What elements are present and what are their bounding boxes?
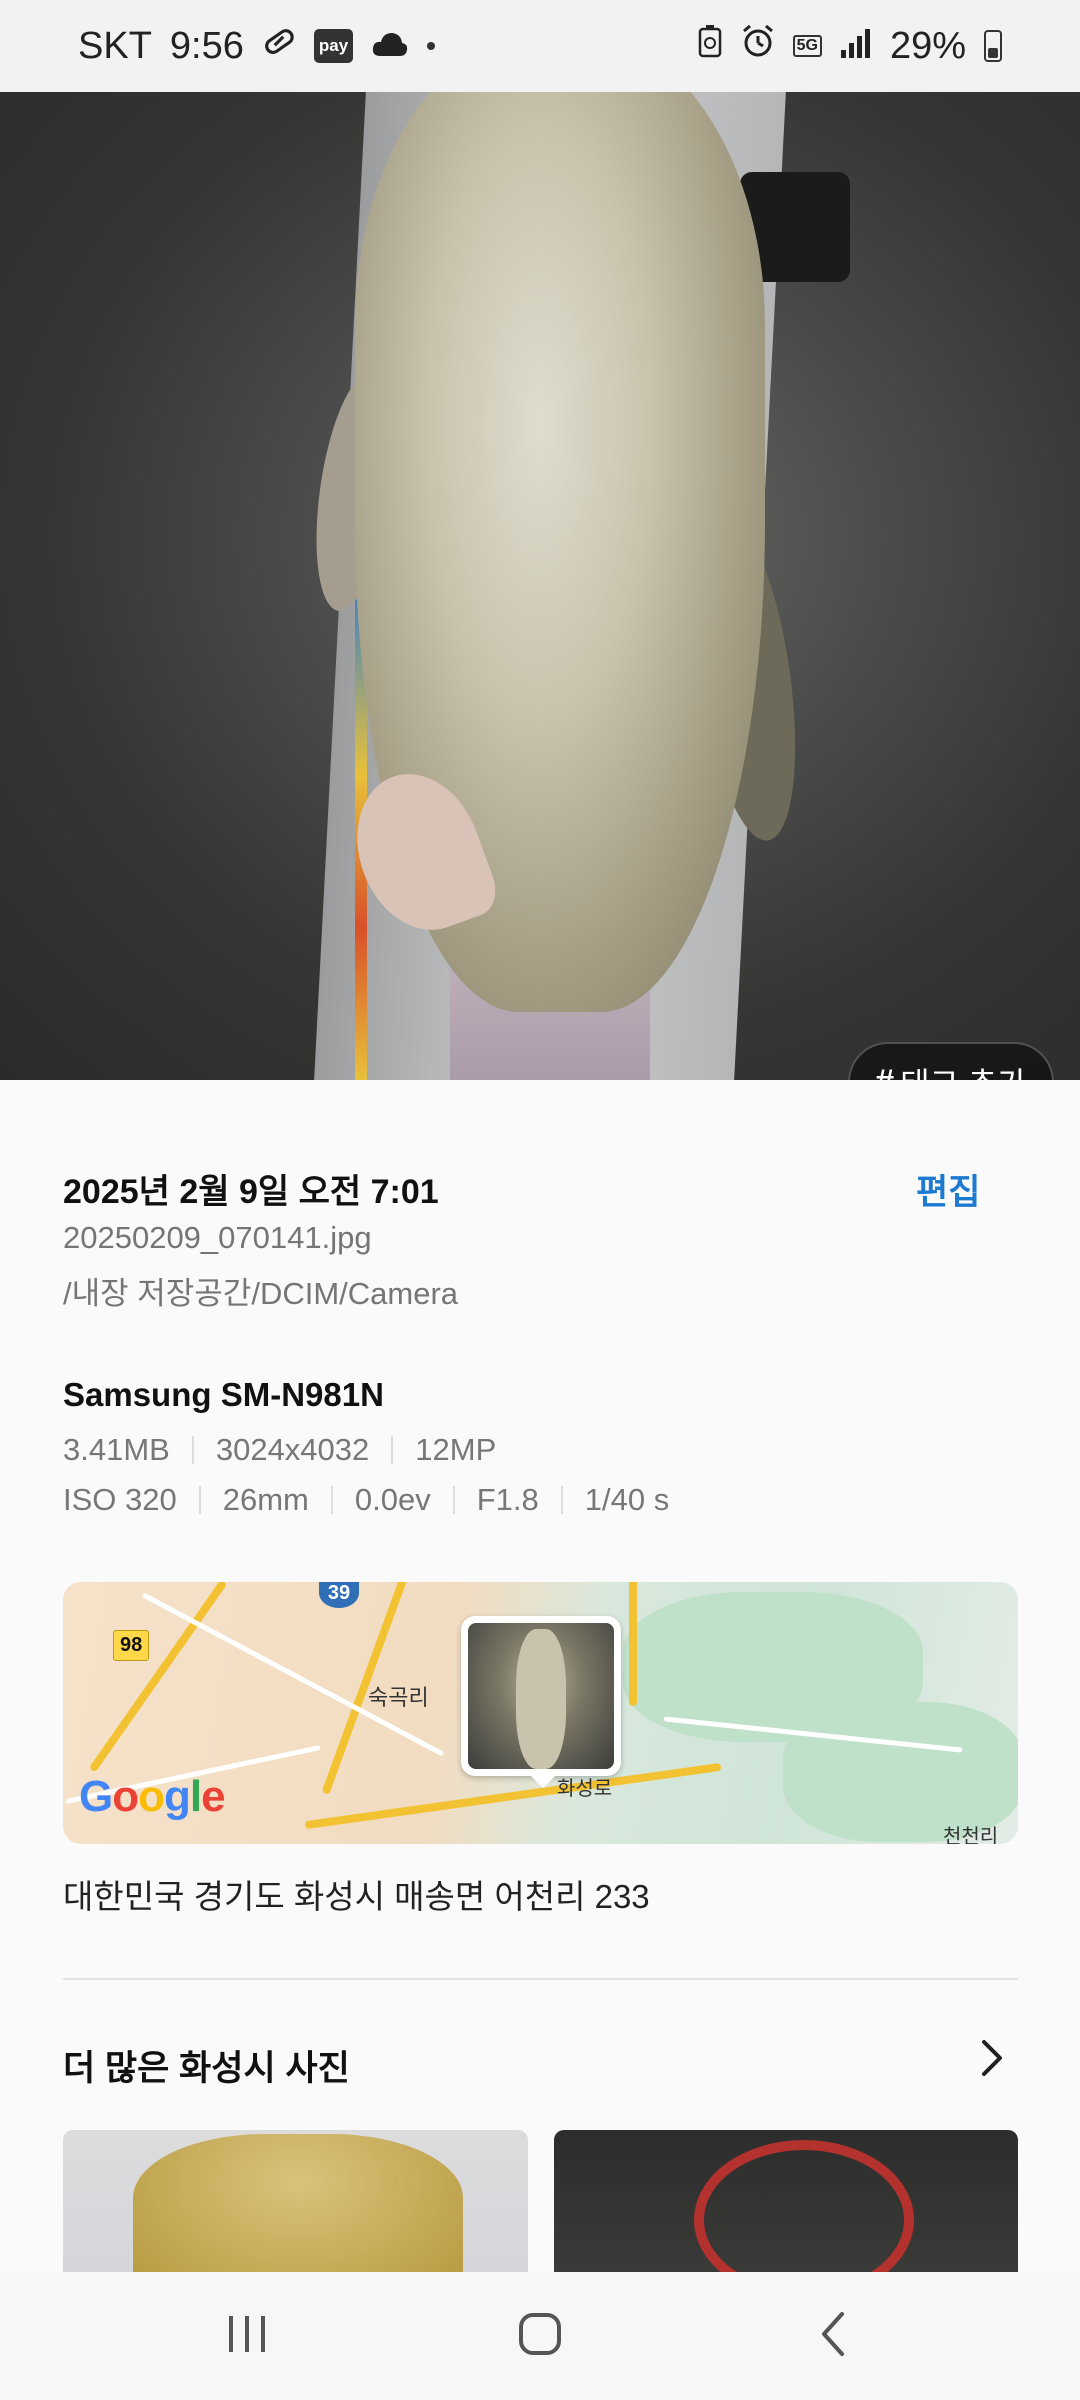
focal-length: 26mm: [222, 1482, 309, 1517]
map-road: [629, 1582, 637, 1706]
carrier-label: SKT: [78, 24, 152, 67]
recents-button[interactable]: [187, 2296, 307, 2376]
exposure-value: 0.0ev: [354, 1482, 431, 1517]
add-tag-button[interactable]: # 태그 추가: [848, 1042, 1054, 1080]
more-photos-title[interactable]: 더 많은 화성시 사진: [63, 2040, 350, 2091]
google-logo: Google: [79, 1772, 226, 1821]
map-road: [141, 1592, 445, 1757]
file-name: 20250209_070141.jpg: [63, 1220, 372, 1255]
device-model: Samsung SM-N981N: [63, 1376, 384, 1413]
megapixels: 12MP: [415, 1432, 497, 1467]
divider: [198, 1486, 201, 1514]
route-39-badge: 39: [319, 1582, 359, 1608]
battery-saver-icon: [697, 24, 723, 68]
hash-icon: #: [875, 1063, 894, 1081]
map-label-edge: 천천리: [943, 1826, 999, 1844]
battery-icon: [984, 30, 1002, 62]
chevron-right-icon[interactable]: [972, 2034, 1012, 2082]
photo-thumbnail[interactable]: [63, 2130, 528, 2272]
status-right: 5G 29%: [697, 24, 1002, 68]
map-label-village: 숙곡리: [368, 1685, 429, 1710]
divider: [391, 1436, 394, 1464]
status-bar: SKT 9:56 pay 5G 29%: [0, 0, 1080, 92]
status-left: SKT 9:56 pay: [78, 24, 436, 68]
divider: [330, 1486, 333, 1514]
clock: 9:56: [169, 24, 244, 67]
alarm-icon: [741, 24, 775, 68]
location-address: 대한민국 경기도 화성시 매송면 어천리 233: [63, 1878, 650, 1915]
5g-icon: 5G: [792, 35, 822, 57]
route-98-badge: 98: [113, 1630, 150, 1661]
back-button[interactable]: [773, 2296, 893, 2376]
battery-percent: 29%: [889, 24, 966, 67]
details-panel: 2025년 2월 9일 오전 7:01 편집 20250209_070141.j…: [0, 1080, 1080, 2272]
back-icon: [818, 2310, 848, 2363]
pin-thumbnail: [468, 1623, 614, 1769]
spec-row-camera: ISO 320 26mm 0.0ev F1.8 1/40 s: [63, 1482, 669, 1518]
home-icon: [518, 2312, 562, 2361]
file-size: 3.41MB: [63, 1432, 170, 1467]
divider: [191, 1436, 194, 1464]
location-map[interactable]: 98 39 숙곡리 화성로 천천리 Google: [63, 1582, 1018, 1844]
section-divider: [63, 1978, 1018, 1980]
photo-location-pin[interactable]: [461, 1616, 621, 1788]
link-icon: [262, 24, 296, 68]
shutter-speed: 1/40 s: [584, 1482, 670, 1517]
add-tag-label: 태그 추가: [900, 1059, 1027, 1080]
file-path: /내장 저장공간/DCIM/Camera: [63, 1276, 459, 1311]
resolution: 3024x4032: [215, 1432, 370, 1467]
cloud-icon: [371, 25, 409, 68]
map-label-road: 화성로: [557, 1778, 613, 1800]
photo-viewer[interactable]: # 태그 추가: [0, 92, 1080, 1080]
navigation-bar: [0, 2272, 1080, 2400]
signal-icon: [840, 25, 872, 68]
divider: [452, 1486, 455, 1514]
spec-row-file: 3.41MB 3024x4032 12MP: [63, 1432, 496, 1468]
photo-thumbnail[interactable]: [553, 2130, 1018, 2272]
divider: [560, 1486, 563, 1514]
edit-button[interactable]: 편집: [916, 1164, 980, 1215]
dot-icon: [427, 42, 436, 50]
aperture: F1.8: [476, 1482, 539, 1517]
home-button[interactable]: [480, 2296, 600, 2376]
more-photos-grid: [63, 2130, 1018, 2272]
recents-icon: [225, 2314, 269, 2359]
pay-icon: pay: [313, 29, 354, 63]
date-time: 2025년 2월 9일 오전 7:01: [63, 1173, 439, 1211]
iso: ISO 320: [63, 1482, 177, 1517]
map-road: [88, 1582, 228, 1773]
